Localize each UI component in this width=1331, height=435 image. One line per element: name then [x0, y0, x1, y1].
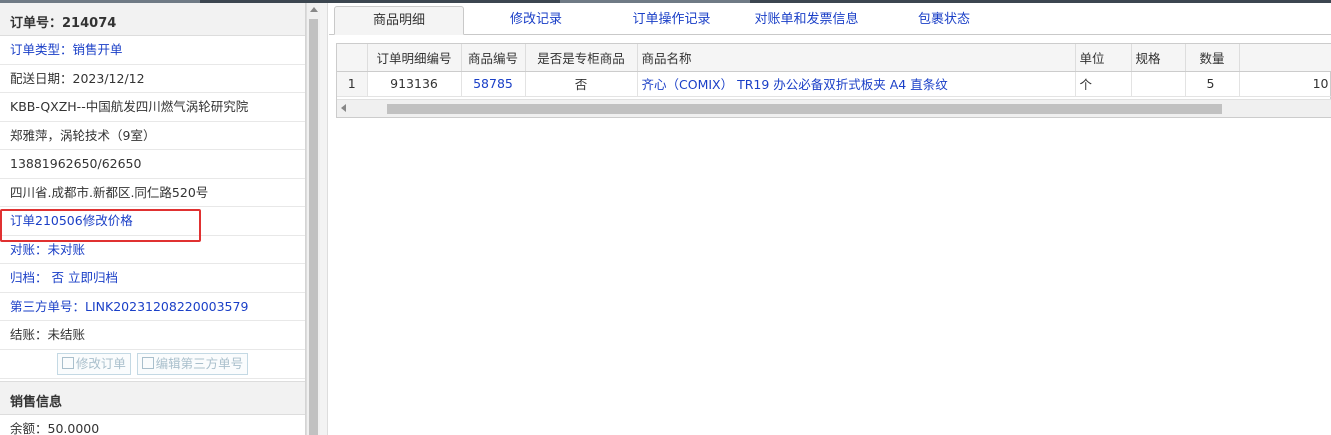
- cell-detail-id: 913136: [367, 71, 462, 97]
- order-number-header: 订单号：214074: [0, 3, 305, 36]
- sales-info-header: 销售信息: [0, 380, 305, 415]
- product-table: 订单明细编号 商品编号 是否是专柜商品 商品名称 单位 规格 数量 单价 1 9…: [337, 44, 1331, 97]
- left-panel-scrollbar[interactable]: [306, 3, 320, 435]
- edit-icon: [141, 356, 154, 369]
- scroll-up-arrow-icon[interactable]: [310, 7, 318, 12]
- column-header-quantity[interactable]: 数量: [1185, 44, 1240, 72]
- order-actions: 修改订单 编辑第三方单号: [0, 350, 305, 379]
- tab-package-status[interactable]: 包裹状态: [889, 6, 999, 35]
- horizontal-scrollbar-thumb[interactable]: [387, 104, 1222, 114]
- column-header-product-id[interactable]: 商品编号: [461, 44, 526, 72]
- settlement-row: 结账：未结账: [0, 321, 305, 350]
- highlight-box: [0, 209, 201, 242]
- cell-unit: 个: [1075, 71, 1132, 97]
- row-number: 1: [337, 71, 368, 97]
- third-party-row: 第三方单号：LINK20231208220003579: [0, 293, 305, 321]
- table-header-row: 订单明细编号 商品编号 是否是专柜商品 商品名称 单位 规格 数量 单价: [337, 44, 1331, 72]
- cell-unit-price: 10: [1239, 71, 1331, 97]
- column-header-unit-price[interactable]: 单价: [1239, 44, 1331, 72]
- edit-third-party-button[interactable]: 编辑第三方单号: [136, 352, 249, 375]
- address-row: 四川省.成都市.新都区.同仁路520号: [0, 179, 305, 207]
- balance-value: 50.0000: [47, 420, 100, 435]
- column-header-spec[interactable]: 规格: [1131, 44, 1186, 72]
- customer-org-row: KBB-QXZH--中国航发四川燃气涡轮研究院: [0, 93, 305, 122]
- cell-product-id-link[interactable]: 58785: [461, 71, 526, 97]
- panel-splitter[interactable]: [320, 3, 328, 435]
- order-type-link[interactable]: 销售开单: [73, 42, 123, 57]
- tab-operation-log[interactable]: 订单操作记录: [609, 6, 734, 35]
- cell-spec: [1131, 71, 1186, 97]
- contact-name-row: 郑雅萍，涡轮技术（9室）: [0, 122, 305, 150]
- order-info-panel: 订单号：214074 订单类型：销售开单 配送日期：2023/12/12 KBB…: [0, 3, 306, 435]
- grid-horizontal-scrollbar[interactable]: [337, 99, 1331, 117]
- scroll-left-arrow-icon[interactable]: [341, 104, 346, 112]
- tab-statement-invoice[interactable]: 对账单和发票信息: [739, 6, 874, 35]
- third-party-number-link[interactable]: LINK20231208220003579: [85, 299, 248, 314]
- column-header-unit[interactable]: 单位: [1075, 44, 1132, 72]
- cell-product-name-link[interactable]: 齐心（COMIX） TR19 办公必备双折式板夹 A4 直条纹: [637, 71, 1076, 97]
- archive-link[interactable]: 否 立即归档: [48, 270, 117, 285]
- cell-counter: 否: [525, 71, 638, 97]
- tab-modification-log[interactable]: 修改记录: [476, 6, 596, 35]
- archive-row: 归档： 否 立即归档: [0, 264, 305, 293]
- order-type-row: 订单类型：销售开单: [0, 36, 305, 65]
- scrollbar-thumb[interactable]: [309, 19, 318, 435]
- balance-row: 余额：50.0000: [0, 415, 305, 435]
- cell-quantity: 5: [1185, 71, 1240, 97]
- delivery-date-row: 配送日期：2023/12/12: [0, 65, 305, 93]
- column-header-detail-id[interactable]: 订单明细编号: [367, 44, 462, 72]
- order-number: 214074: [62, 16, 117, 31]
- column-header-rownum: [337, 44, 368, 72]
- tab-product-details[interactable]: 商品明细: [334, 6, 464, 35]
- phone-row: 13881962650/62650: [0, 150, 305, 179]
- edit-icon: [61, 356, 74, 369]
- reconcile-status-link[interactable]: 未对账: [48, 242, 86, 257]
- table-row[interactable]: 1 913136 58785 否 齐心（COMIX） TR19 办公必备双折式板…: [337, 71, 1331, 97]
- product-grid: 订单明细编号 商品编号 是否是专柜商品 商品名称 单位 规格 数量 单价 1 9…: [336, 43, 1331, 118]
- column-header-counter[interactable]: 是否是专柜商品: [525, 44, 638, 72]
- edit-order-button[interactable]: 修改订单: [56, 352, 131, 375]
- detail-tabs: 商品明细 修改记录 订单操作记录 对账单和发票信息 包裹状态: [329, 3, 1331, 35]
- column-header-product-name[interactable]: 商品名称: [637, 44, 1076, 72]
